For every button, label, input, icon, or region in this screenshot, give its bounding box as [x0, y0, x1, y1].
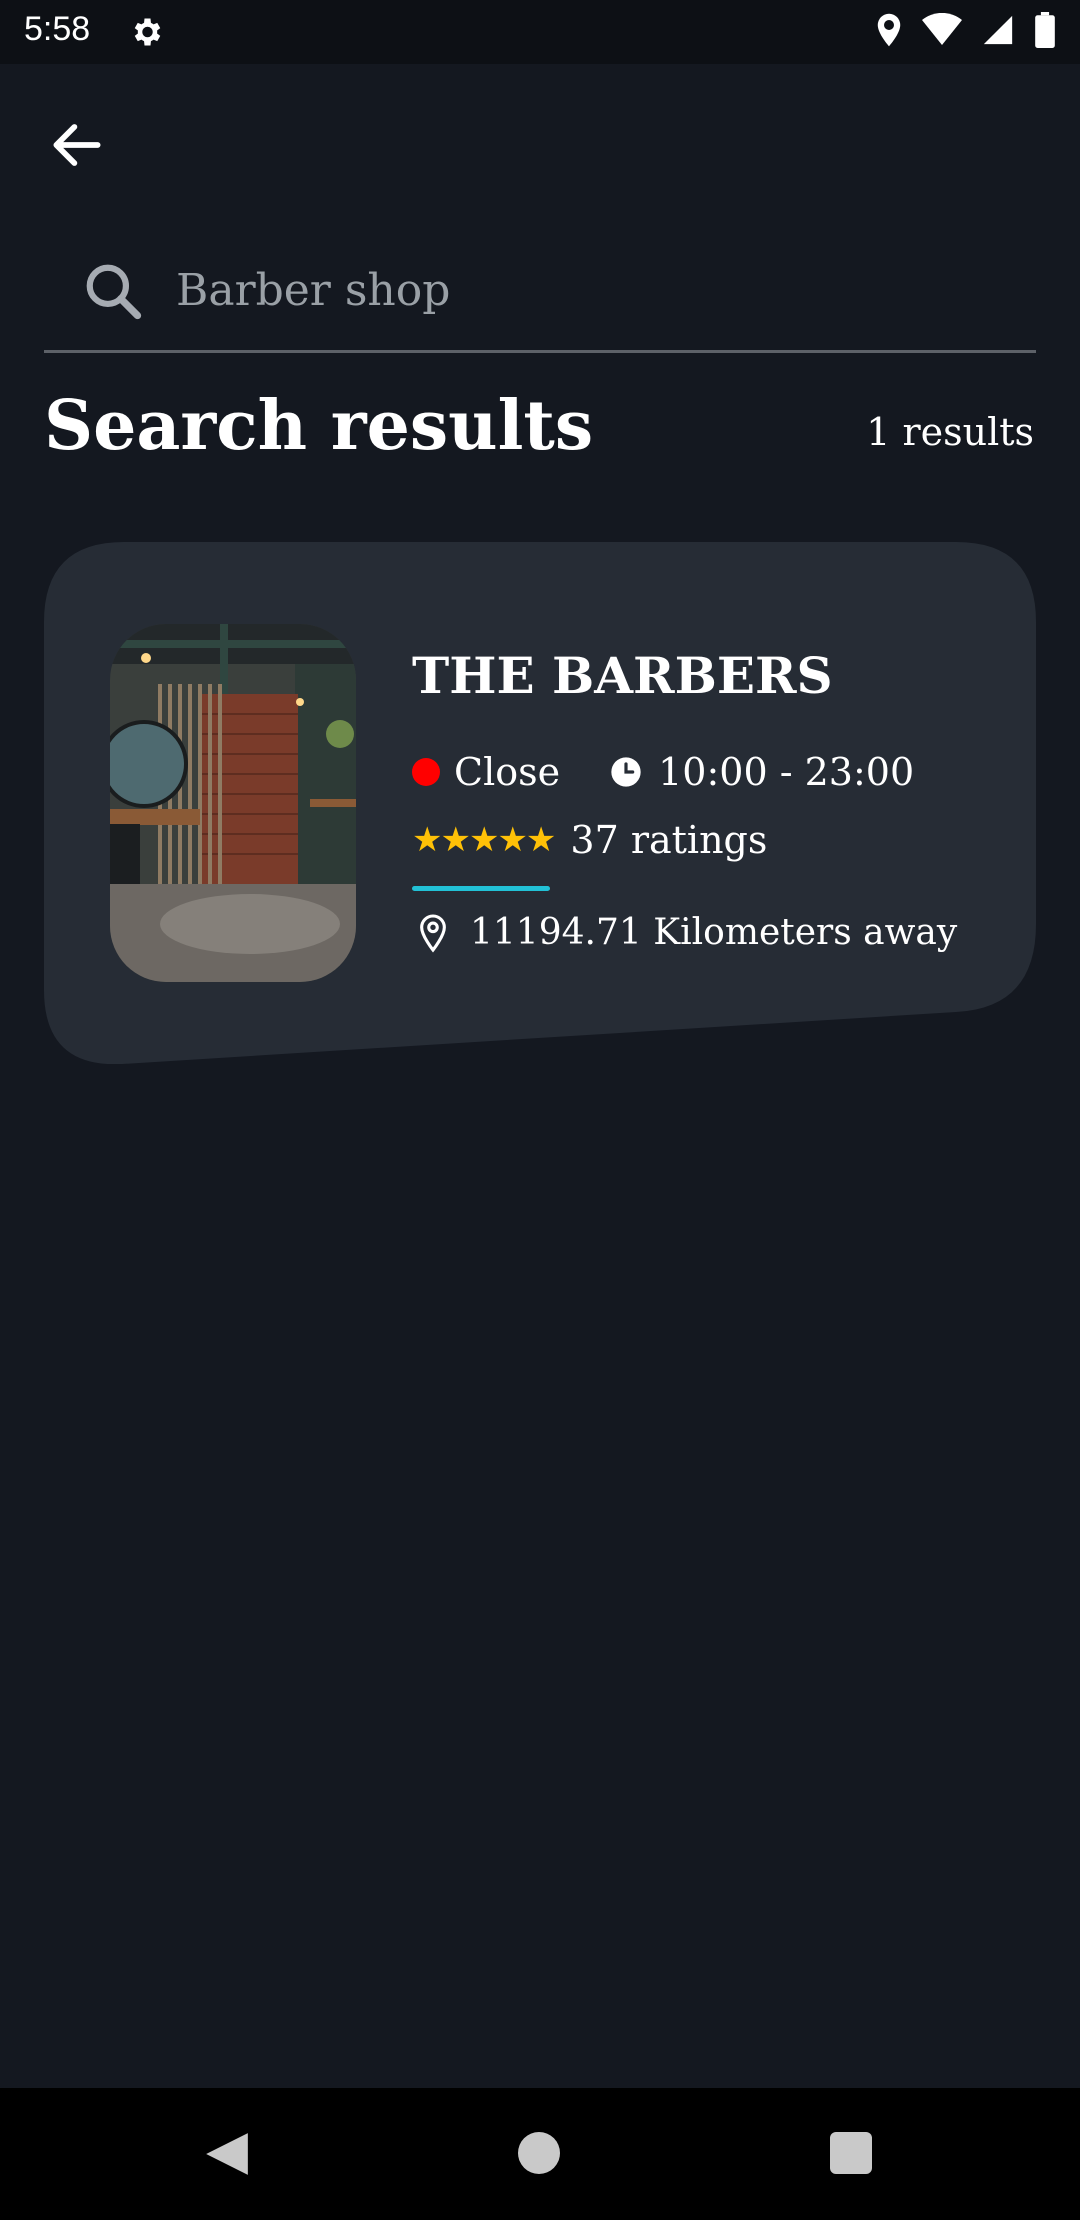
signal-icon — [983, 15, 1013, 45]
status-row: Close 10:00 - 23:00 — [412, 750, 914, 794]
gear-icon — [134, 18, 161, 46]
rating-row: ★★★★★ 37 ratings — [412, 818, 767, 862]
status-icons — [874, 12, 1056, 48]
nav-home-icon[interactable] — [518, 2132, 560, 2174]
page-title: Search results — [44, 386, 594, 466]
search-input[interactable] — [174, 254, 1018, 326]
status-bar: 5:58 — [0, 0, 1080, 64]
nav-back-icon[interactable] — [202, 2128, 252, 2180]
star-rating-icon: ★★★★★ — [412, 820, 556, 860]
location-pin-icon — [420, 913, 446, 952]
search-icon — [86, 264, 142, 320]
shop-photo — [110, 624, 356, 982]
distance-row: 11194.71 Kilometers away — [416, 912, 957, 953]
search-bar[interactable] — [44, 240, 1036, 353]
clock-icon — [611, 757, 641, 787]
location-status-icon — [877, 13, 901, 47]
nav-recent-apps-icon[interactable] — [830, 2132, 872, 2174]
opening-hours: 10:00 - 23:00 — [658, 750, 915, 794]
open-status: Close — [454, 750, 561, 794]
results-count: 1 results — [866, 410, 1034, 454]
wifi-icon — [922, 13, 962, 45]
status-time: 5:58 — [24, 10, 91, 48]
closed-dot-icon — [412, 758, 440, 786]
barbershop-interior-image — [110, 624, 356, 982]
back-arrow-icon[interactable] — [46, 114, 108, 176]
shop-name: THE BARBERS — [412, 646, 833, 705]
distance: 11194.71 Kilometers away — [470, 912, 958, 953]
rating-underline — [412, 886, 550, 891]
ratings-count: 37 ratings — [570, 818, 768, 862]
battery-icon — [1035, 12, 1055, 48]
